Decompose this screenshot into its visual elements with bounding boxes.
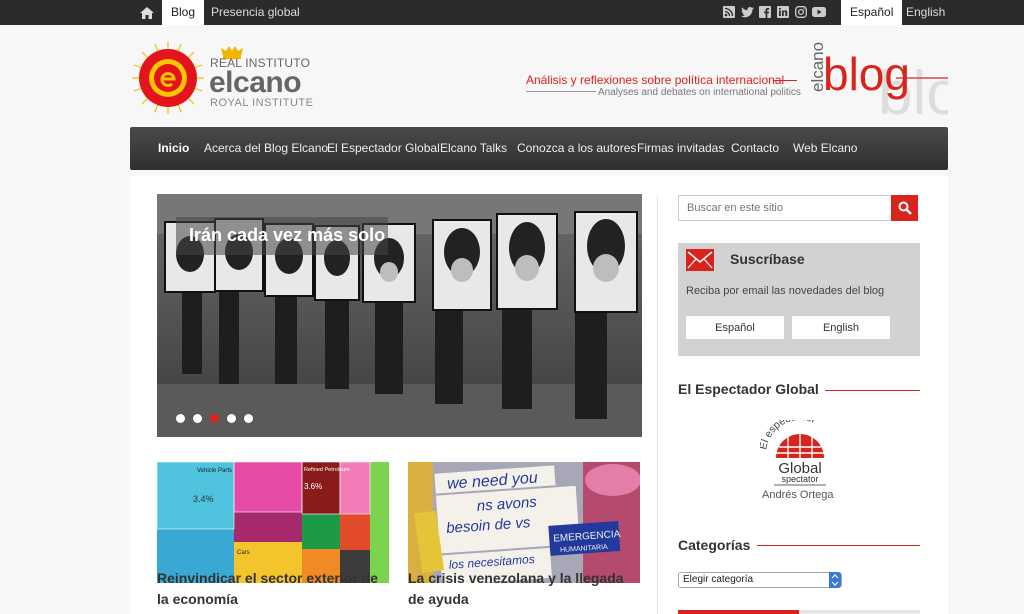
slider-dots bbox=[176, 414, 253, 423]
search-input[interactable] bbox=[678, 195, 892, 221]
nav-item-autores[interactable]: Conozca a los autores bbox=[517, 127, 636, 170]
slider-dot-5[interactable] bbox=[244, 414, 253, 423]
column-divider bbox=[657, 196, 658, 614]
tagline-spanish: Análisis y reflexiones sobre política in… bbox=[526, 73, 785, 87]
nav-item-inicio[interactable]: Inicio bbox=[158, 127, 189, 170]
search-button[interactable] bbox=[891, 195, 918, 221]
top-bar: Blog Presencia global Español English bbox=[0, 0, 1024, 25]
article-title-1[interactable]: Reinvindicar el sector exterior de la ec… bbox=[157, 568, 387, 610]
slider-dot-1[interactable] bbox=[176, 414, 185, 423]
search-icon bbox=[898, 201, 912, 215]
treemap-image: Vehicle Parts 3.4% Refined Petroleum 3.6… bbox=[157, 462, 389, 583]
home-icon[interactable] bbox=[136, 0, 158, 25]
language-en[interactable]: English bbox=[897, 0, 954, 25]
treemap-label-cars: Cars bbox=[237, 550, 250, 556]
instagram-icon[interactable] bbox=[794, 5, 808, 19]
categories-heading: Categorías bbox=[678, 537, 751, 553]
spectator-logo-spectator: spectator bbox=[781, 474, 818, 484]
tab-blog[interactable]: Blog bbox=[162, 0, 205, 25]
tagline-rule-red bbox=[773, 80, 797, 81]
subscribe-text: Reciba por email las novedades del blog bbox=[686, 285, 885, 297]
logo-line-elcano: elcano bbox=[209, 66, 302, 99]
treemap-label-vehicle-parts: Vehicle Parts bbox=[197, 468, 232, 474]
main-nav: Inicio Acerca del Blog Elcano El Especta… bbox=[130, 127, 948, 170]
article-title-2[interactable]: La crisis venezolana y la llegada de ayu… bbox=[408, 568, 638, 610]
treemap-value-2: 3.6% bbox=[304, 482, 322, 491]
twitter-icon[interactable] bbox=[740, 5, 754, 19]
sidebar-tab-active[interactable] bbox=[678, 610, 799, 614]
protest-image: we need you ns avons besoin de vs EMERGE… bbox=[408, 462, 640, 583]
category-select[interactable]: Elegir categoría bbox=[678, 572, 842, 588]
treemap-label-refined-petroleum: Refined Petroleum bbox=[304, 467, 350, 473]
tab-presencia-global[interactable]: Presencia global bbox=[202, 0, 309, 25]
slider-dot-3[interactable] bbox=[210, 414, 219, 423]
treemap-value-1: 3.4% bbox=[193, 494, 214, 504]
tagline-english: Analyses and debates on international po… bbox=[598, 87, 801, 98]
nav-item-elcano-talks[interactable]: Elcano Talks bbox=[440, 127, 507, 170]
social-links bbox=[722, 5, 826, 19]
blog-logo[interactable]: blog elcano blog bbox=[796, 30, 948, 116]
category-select-value: Elegir categoría bbox=[683, 574, 754, 585]
slider-dot-2[interactable] bbox=[193, 414, 202, 423]
linkedin-icon[interactable] bbox=[776, 5, 790, 19]
sidebar-tab-bar bbox=[678, 610, 920, 614]
logo-line-royal-institute: ROYAL INSTITUTE bbox=[210, 97, 314, 109]
slider-dot-4[interactable] bbox=[227, 414, 236, 423]
subscribe-english-button[interactable]: English bbox=[792, 316, 890, 339]
facebook-icon[interactable] bbox=[758, 5, 772, 19]
nav-item-web-elcano[interactable]: Web Elcano bbox=[793, 127, 857, 170]
nav-item-firmas-invitadas[interactable]: Firmas invitadas bbox=[637, 127, 724, 170]
mail-icon bbox=[686, 249, 714, 271]
youtube-icon[interactable] bbox=[812, 5, 826, 19]
article-thumbnail-trade[interactable]: Vehicle Parts 3.4% Refined Petroleum 3.6… bbox=[157, 462, 389, 583]
spectator-heading-rule bbox=[825, 390, 920, 391]
chevron-down-icon bbox=[829, 572, 841, 588]
article-thumbnail-venezuela[interactable]: we need you ns avons besoin de vs EMERGE… bbox=[408, 462, 640, 583]
language-es[interactable]: Español bbox=[841, 0, 903, 25]
tagline-rule-gray bbox=[526, 91, 596, 92]
blog-logo-word: blog bbox=[823, 48, 910, 100]
nav-item-espectador-global[interactable]: El Espectador Global bbox=[327, 127, 440, 170]
subscribe-spanish-button[interactable]: Español bbox=[686, 316, 784, 339]
slide-title[interactable]: Irán cada vez más solo bbox=[189, 225, 385, 246]
subscribe-title: Suscríbase bbox=[730, 251, 805, 267]
rss-icon[interactable] bbox=[722, 5, 736, 19]
spectator-author[interactable]: Andrés Ortega bbox=[762, 489, 834, 501]
categories-heading-rule bbox=[757, 545, 920, 546]
nav-item-contacto[interactable]: Contacto bbox=[731, 127, 779, 170]
nav-item-acerca[interactable]: Acerca del Blog Elcano bbox=[204, 127, 328, 170]
spectator-heading: El Espectador Global bbox=[678, 381, 819, 397]
